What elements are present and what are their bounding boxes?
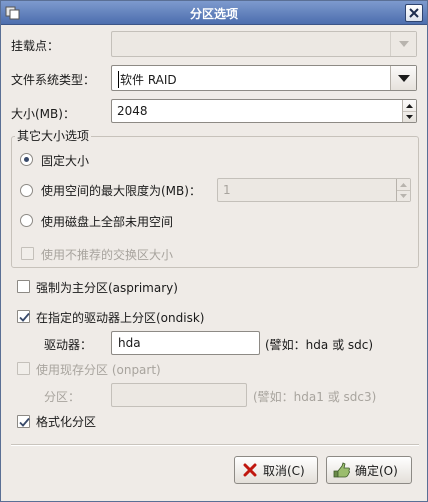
mount-point-dropdown-button[interactable] — [390, 32, 416, 56]
cancel-x-icon — [241, 461, 259, 479]
fs-type-combo[interactable]: 软件 RAID — [111, 65, 417, 91]
partition-label: 分区： — [44, 390, 81, 404]
ok-button[interactable]: 确定(O) — [326, 456, 412, 484]
button-separator — [11, 444, 419, 446]
checkmark-icon — [19, 417, 30, 427]
fs-type-value: 软件 RAID — [118, 71, 177, 88]
force-primary-checkbox[interactable] — [17, 280, 30, 293]
drive-value: hda — [118, 336, 141, 350]
size-label: 大小(MB)： — [11, 107, 75, 121]
fs-type-label: 文件系统类型： — [11, 73, 96, 87]
checkmark-icon — [19, 312, 30, 322]
cancel-button-label: 取消(C) — [263, 463, 305, 478]
drive-label: 驱动器： — [44, 338, 93, 352]
partition-entry[interactable] — [111, 383, 247, 407]
force-primary-label[interactable]: 强制为主分区(asprimary) — [36, 279, 178, 296]
size-spinbutton[interactable]: 2048 — [111, 99, 417, 123]
recommended-swap-checkbox[interactable] — [21, 247, 34, 260]
window-title: 分区选项 — [189, 7, 238, 21]
spin-down-icon[interactable] — [397, 190, 410, 201]
fill-up-to-spin-arrows[interactable] — [396, 179, 410, 201]
fill-up-to-value: 1 — [223, 183, 231, 197]
fixed-size-label[interactable]: 固定大小 — [41, 152, 89, 169]
onpart-label[interactable]: 使用现存分区 (onpart) — [36, 361, 161, 378]
partition-options-dialog: 分区选项 挂载点： 文件系统类型： 软件 RAID 大小(MB)： 2048 其… — [0, 0, 428, 502]
ok-hand-icon — [333, 461, 351, 479]
fs-type-dropdown-button[interactable] — [390, 66, 416, 90]
cancel-button[interactable]: 取消(C) — [234, 456, 318, 484]
fill-all-label[interactable]: 使用磁盘上全部未用空间 — [41, 213, 173, 230]
close-icon — [409, 8, 419, 18]
format-label[interactable]: 格式化分区 — [36, 413, 96, 430]
chevron-down-icon — [398, 41, 409, 47]
close-button[interactable] — [405, 4, 423, 22]
spin-down-icon[interactable] — [403, 111, 416, 122]
spin-up-icon[interactable] — [397, 179, 410, 190]
fixed-size-radio[interactable] — [20, 153, 33, 166]
drive-entry[interactable]: hda — [111, 331, 260, 355]
recommended-swap-label[interactable]: 使用不推荐的交换区大小 — [41, 246, 173, 263]
ondisk-checkbox[interactable] — [17, 310, 30, 323]
spin-up-icon[interactable] — [403, 100, 416, 111]
fill-all-radio[interactable] — [20, 214, 33, 227]
mount-point-label: 挂载点： — [11, 39, 60, 53]
drive-hint: (譬如：hda 或 sdc) — [265, 338, 374, 352]
ok-button-label: 确定(O) — [355, 463, 398, 478]
size-value: 2048 — [117, 104, 148, 118]
ondisk-label[interactable]: 在指定的驱动器上分区(ondisk) — [36, 309, 204, 326]
mount-point-combo[interactable] — [111, 31, 417, 57]
onpart-checkbox[interactable] — [17, 362, 30, 375]
fill-up-to-spinbutton[interactable]: 1 — [217, 178, 411, 202]
format-checkbox[interactable] — [17, 415, 30, 428]
size-spin-arrows[interactable] — [402, 100, 416, 122]
fill-up-to-label[interactable]: 使用空间的最大限度为(MB)： — [41, 182, 201, 199]
other-size-frame-title: 其它大小选项 — [15, 127, 92, 144]
fill-up-to-radio[interactable] — [20, 184, 33, 197]
title-bar[interactable]: 分区选项 — [1, 1, 427, 25]
chevron-down-icon — [397, 74, 410, 82]
partition-hint: (譬如：hda1 或 sdc3) — [253, 390, 377, 404]
